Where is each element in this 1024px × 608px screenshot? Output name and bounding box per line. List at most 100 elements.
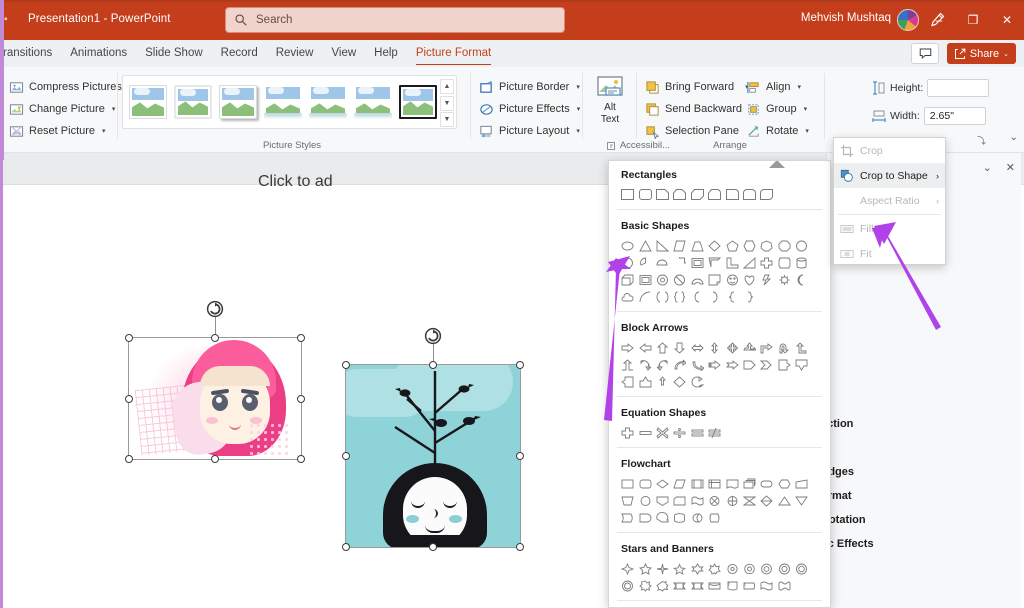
shape-left-bracket[interactable]: [689, 288, 706, 305]
shape-flowchart-preparation[interactable]: [776, 475, 793, 492]
shape-snip-same-side-corner[interactable]: [671, 186, 688, 203]
ribbon-tab-animations[interactable]: Animations: [61, 40, 136, 67]
shape-double-brace[interactable]: [671, 288, 688, 305]
shape-flowchart-terminator[interactable]: [758, 475, 775, 492]
picture-styles-scrollbar[interactable]: ▲ ▼ ▼: [440, 79, 454, 127]
handle-bottom-right-2[interactable]: [516, 543, 524, 551]
crop-to-shape-gallery[interactable]: Rectangles Basic Shapes Block Arrows Equ…: [608, 160, 831, 608]
shape-plus[interactable]: [619, 424, 636, 441]
shape-snip-diagonal-corner[interactable]: [689, 186, 706, 203]
compress-pictures-button[interactable]: Compress Pictures: [6, 77, 125, 97]
shape-right-brace[interactable]: [741, 288, 758, 305]
shape-right-arrow-callout[interactable]: [776, 356, 793, 373]
shape-bent-up-arrow[interactable]: [619, 356, 636, 373]
close-icon[interactable]: ✕: [1006, 161, 1015, 174]
shape-cloud[interactable]: [619, 288, 636, 305]
chevron-down-icon[interactable]: ▾: [576, 127, 580, 135]
handle-middle-right-1[interactable]: [297, 394, 305, 403]
shape-heptagon[interactable]: [758, 237, 775, 254]
crop-menu-item-crop-to-shape[interactable]: Crop to Shape ›: [834, 163, 945, 188]
shape-left-arrow-callout[interactable]: [619, 373, 636, 390]
shape-curved-right-arrow[interactable]: [636, 356, 653, 373]
shape-equal[interactable]: [689, 424, 706, 441]
send-backward-button[interactable]: Send Backward ▾: [642, 99, 757, 119]
handle-middle-left-1[interactable]: [125, 394, 133, 403]
shape-smiley-face[interactable]: [723, 271, 740, 288]
handle-middle-left-2[interactable]: [342, 452, 350, 460]
shape-frame[interactable]: [689, 254, 706, 271]
shape-half-frame[interactable]: [706, 254, 723, 271]
picture-styles-gallery[interactable]: ▲ ▼ ▼: [122, 75, 457, 129]
picture-style-thumb-3[interactable]: [219, 85, 257, 119]
shape-flowchart-summing-junction[interactable]: [706, 492, 723, 509]
shape-star-5-point[interactable]: [636, 560, 653, 577]
shape-quad-arrow[interactable]: [723, 339, 740, 356]
shape-vertical-scroll[interactable]: [723, 577, 740, 594]
shape-flowchart-process[interactable]: [619, 475, 636, 492]
search-input[interactable]: Search: [225, 7, 565, 33]
chevron-down-icon[interactable]: ▾: [112, 105, 116, 113]
shape-curved-left-arrow[interactable]: [654, 356, 671, 373]
shape-grid-basic-shapes[interactable]: [619, 237, 820, 305]
shape-decagon[interactable]: [793, 237, 810, 254]
shape-flowchart-display[interactable]: [706, 509, 723, 526]
handle-bottom-center-2[interactable]: [429, 543, 437, 551]
picture-layout-button[interactable]: Picture Layout ▾: [476, 121, 583, 141]
shape-star-8-point[interactable]: [723, 560, 740, 577]
shape-flowchart-manual-input[interactable]: [793, 475, 810, 492]
shape-block-arc[interactable]: [689, 271, 706, 288]
shape-bent-arrow[interactable]: [758, 339, 775, 356]
rotate-handle-icon-1[interactable]: [206, 300, 224, 318]
shape-cube[interactable]: [619, 271, 636, 288]
chevron-down-icon[interactable]: ▾: [805, 127, 809, 135]
shape-flowchart-sequential-access[interactable]: [654, 509, 671, 526]
shape-flowchart-card[interactable]: [671, 492, 688, 509]
shape-double-wave[interactable]: [776, 577, 793, 594]
minimize-button[interactable]: –: [922, 0, 956, 40]
shape-cross[interactable]: [758, 254, 775, 271]
comments-button[interactable]: [911, 43, 939, 64]
rotate-handle-icon-2[interactable]: [424, 327, 442, 345]
ribbon-tabs[interactable]: ransitions Animations Slide Show Record Revi…: [0, 40, 500, 67]
shape-right-arrow[interactable]: [619, 339, 636, 356]
shape-flowchart-decision[interactable]: [654, 475, 671, 492]
collapse-ribbon-button[interactable]: ⌄: [1010, 132, 1018, 143]
shape-diamond[interactable]: [706, 237, 723, 254]
shape-chevron[interactable]: [758, 356, 775, 373]
handle-bottom-left-2[interactable]: [342, 543, 350, 551]
shape-octagon[interactable]: [776, 237, 793, 254]
rotate-button[interactable]: Rotate ▾: [743, 121, 812, 141]
shape-flowchart-collate[interactable]: [741, 492, 758, 509]
shape-left-right-arrow[interactable]: [689, 339, 706, 356]
size-dialog-launcher[interactable]: ⤵: [977, 134, 986, 147]
shape-grid-stars-and-banners[interactable]: [619, 560, 820, 594]
picture-style-thumb-5[interactable]: [309, 85, 347, 119]
shape-star-16-point[interactable]: [776, 560, 793, 577]
shape-left-arrow[interactable]: [636, 339, 653, 356]
selection-frame-image-2[interactable]: [342, 327, 524, 551]
shape-flowchart-document[interactable]: [723, 475, 740, 492]
shape-star-10-point[interactable]: [741, 560, 758, 577]
shape-not-equal[interactable]: [706, 424, 723, 441]
slide-subtitle-text[interactable]: Click to ad: [258, 173, 333, 191]
shape-flowchart-manual-operation[interactable]: [619, 492, 636, 509]
shape-star-5-point-outline[interactable]: [671, 560, 688, 577]
shape-explosion-2[interactable]: [654, 577, 671, 594]
shape-round-same-side-corner[interactable]: [741, 186, 758, 203]
shape-rectangle[interactable]: [619, 186, 636, 203]
selection-pane-button[interactable]: Selection Pane: [642, 121, 742, 141]
chevron-down-icon[interactable]: ▾: [576, 83, 580, 91]
shape-grid-equation-shapes[interactable]: [619, 424, 820, 441]
shape-flowchart-alternate-process[interactable]: [636, 475, 653, 492]
shape-wave[interactable]: [758, 577, 775, 594]
shape-flowchart-internal-storage[interactable]: [706, 475, 723, 492]
shape-lightning-bolt[interactable]: [758, 271, 775, 288]
shape-striped-right-arrow[interactable]: [706, 356, 723, 373]
shape-bevel[interactable]: [636, 271, 653, 288]
align-button[interactable]: Align ▾: [743, 77, 804, 97]
shape-pentagon[interactable]: [723, 237, 740, 254]
shape-flowchart-direct-access-storage[interactable]: [689, 509, 706, 526]
account-name[interactable]: Mehvish Mushtaq: [801, 12, 891, 24]
shape-parallelogram[interactable]: [671, 237, 688, 254]
shape-l-shape[interactable]: [723, 254, 740, 271]
